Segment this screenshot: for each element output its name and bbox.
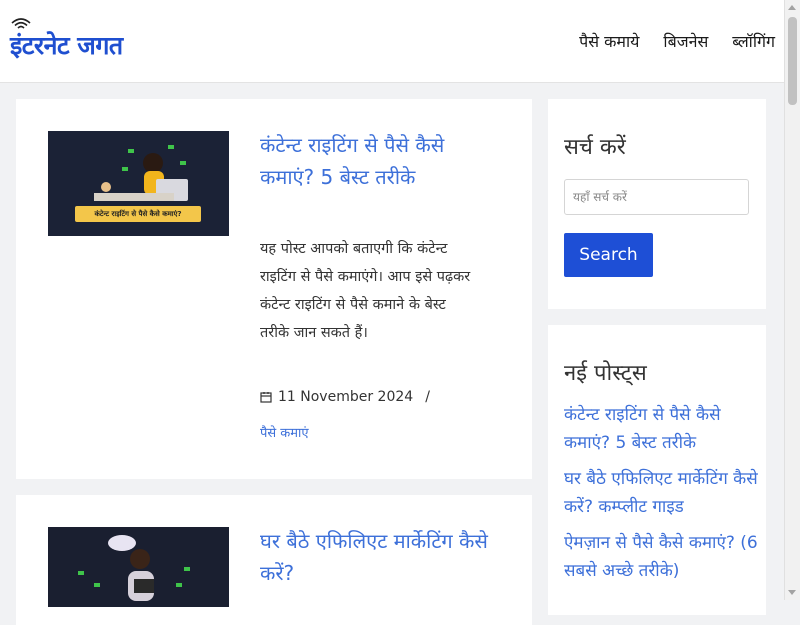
recent-posts-title: नई पोस्ट्स (564, 361, 647, 386)
post-thumbnail[interactable]: कंटेन्ट राइटिंग से पैसे कैसे कमाएं? (48, 131, 229, 236)
search-input[interactable] (564, 179, 749, 215)
site-header: इंटरनेट जगत पैसे कमाये बिजनेस ब्लॉगिंग (0, 0, 785, 83)
post-excerpt: यह पोस्ट आपको बताएगी कि कंटेन्ट राइटिंग … (260, 241, 471, 341)
thumbnail-caption: कंटेन्ट राइटिंग से पैसे कैसे कमाएं? (75, 206, 201, 222)
recent-posts-widget: नई पोस्ट्स कंटेन्ट राइटिंग से पैसे कैसे … (548, 325, 766, 615)
post-category-link[interactable]: पैसे कमाएं (260, 423, 309, 441)
affiliate-marketing-illustration (48, 527, 229, 607)
recent-posts-list: कंटेन्ट राइटिंग से पैसे कैसे कमाएं? 5 बे… (564, 401, 759, 593)
calendar-icon (260, 392, 272, 403)
search-button[interactable]: Search (564, 233, 653, 277)
post-date: 11 November 2024 (278, 389, 414, 405)
post-title-link[interactable]: कंटेन्ट राइटिंग से पैसे कैसे कमाएं? 5 बे… (260, 129, 490, 193)
recent-post-link[interactable]: कंटेन्ट राइटिंग से पैसे कैसे कमाएं? 5 बे… (564, 401, 759, 457)
site-logo[interactable]: इंटरनेट जगत (10, 28, 123, 62)
recent-post-link[interactable]: ऐमज़ान से पैसे कैसे कमाएं? (6 सबसे अच्छे… (564, 529, 759, 585)
main-nav: पैसे कमाये बिजनेस ब्लॉगिंग (579, 30, 775, 52)
post-thumbnail[interactable] (48, 527, 229, 607)
post-card: कंटेन्ट राइटिंग से पैसे कैसे कमाएं? कंटे… (16, 99, 532, 479)
post-card: घर बैठे एफिलिएट मार्केटिंग कैसे करें? (16, 495, 532, 625)
post-meta: 11 November 2024 / (260, 389, 430, 405)
post-title-link[interactable]: घर बैठे एफिलिएट मार्केटिंग कैसे करें? (260, 525, 490, 589)
nav-item-business[interactable]: बिजनेस (663, 30, 708, 52)
search-widget: सर्च करें Search (548, 99, 766, 309)
scroll-down-icon[interactable] (788, 590, 796, 595)
nav-item-blogging[interactable]: ब्लॉगिंग (732, 30, 775, 52)
scroll-up-icon[interactable] (788, 5, 796, 10)
nav-item-earn-money[interactable]: पैसे कमाये (579, 30, 639, 52)
meta-separator: / (425, 389, 430, 405)
search-widget-title: सर्च करें (564, 135, 626, 160)
recent-post-link[interactable]: घर बैठे एफिलिएट मार्केटिंग कैसे करें? कम… (564, 465, 759, 521)
scroll-thumb[interactable] (788, 17, 797, 105)
page-scrollbar[interactable] (784, 0, 800, 600)
